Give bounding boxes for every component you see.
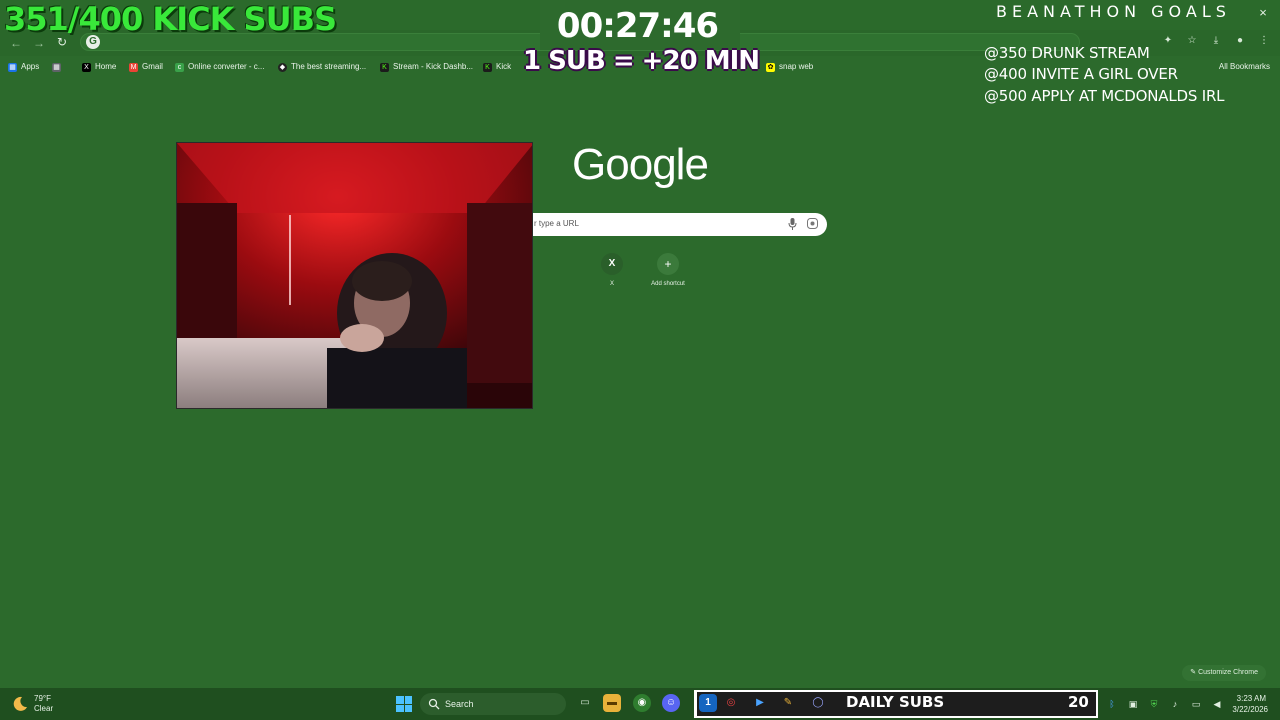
daily-subs-count: 20 — [1068, 693, 1089, 711]
taskbar-clock-date[interactable]: 3/22/2026 — [1224, 705, 1268, 714]
grid-icon: ▦ — [52, 62, 61, 72]
bookmark-label: Gmail — [142, 62, 163, 71]
app-1-icon[interactable]: 1 — [699, 694, 717, 712]
sub-rule-banner: 1 SUB = +20 MIN — [522, 46, 760, 76]
google-logo: Google — [572, 140, 709, 189]
chrome-icon[interactable]: ◉ — [633, 694, 651, 712]
bookmark-apps[interactable]: ▦ Apps — [8, 61, 39, 73]
streaming-icon: ◆ — [278, 62, 287, 72]
menu-icon[interactable]: ⋮ — [1258, 35, 1270, 47]
x-logo-icon: X — [601, 253, 623, 275]
toolbar-icons: ✦ ☆ ⤓ ● ⋮ — [1162, 35, 1270, 49]
goal-item: @350 DRUNK STREAM — [984, 44, 1150, 62]
google-lens-icon[interactable] — [807, 218, 818, 229]
weather-desc[interactable]: Clear — [34, 704, 53, 713]
display-icon[interactable]: ▭ — [1190, 698, 1202, 710]
profile-icon[interactable]: ● — [1234, 35, 1246, 47]
shield-icon[interactable]: ⛨ — [1148, 698, 1160, 710]
bookmark-gmail[interactable]: M Gmail — [129, 61, 163, 73]
goal-item: @500 APPLY AT MCDONALDS IRL — [984, 87, 1225, 105]
discord-icon[interactable]: ☺ — [662, 694, 680, 712]
bookmark-grid[interactable]: ▦ — [52, 61, 61, 73]
shortcut-label: X — [609, 281, 614, 287]
bookmark-label: snap web — [779, 62, 814, 71]
bookmark-label: Stream - Kick Dashb... — [393, 62, 474, 71]
goals-title: BEANATHON GOALS — [996, 2, 1231, 21]
bookmark-label: Apps — [21, 62, 40, 71]
all-bookmarks[interactable]: All Bookmarks — [1219, 61, 1270, 73]
extensions-icon[interactable]: ✦ — [1162, 35, 1174, 47]
bookmark-kick[interactable]: K Kick — [483, 61, 511, 73]
cortana-icon[interactable]: ◯ — [809, 694, 827, 712]
bookmark-label: The best streaming... — [291, 62, 367, 71]
taskbar-search[interactable] — [420, 693, 566, 715]
kick-subs-counter: 351/400 KICK SUBS — [4, 0, 337, 38]
bookmark-label: Home — [95, 62, 117, 71]
notes-icon[interactable]: ✎ — [779, 694, 797, 712]
add-shortcut-button[interactable]: + Add shortcut — [648, 253, 688, 297]
kick-icon: K — [380, 62, 389, 72]
microphone-icon[interactable]: ♪ — [1169, 698, 1181, 710]
weather-temp[interactable]: 79°F — [34, 694, 51, 703]
download-icon[interactable]: ⤓ — [1210, 35, 1222, 47]
bookmark-kick-dashboard[interactable]: K Stream - Kick Dashb... — [380, 61, 473, 73]
gmail-icon: M — [129, 62, 138, 72]
goal-item: @400 INVITE A GIRL OVER — [984, 65, 1178, 83]
shortcut-label: Add shortcut — [651, 281, 685, 287]
daily-subs-label: DAILY SUBS — [846, 693, 945, 711]
search-icon — [428, 698, 440, 710]
customize-chrome-button[interactable]: ✎ Customize Chrome — [1182, 665, 1266, 681]
plus-icon: + — [657, 253, 679, 275]
taskbar-clock-time[interactable]: 3:23 AM — [1230, 694, 1266, 703]
windows-start-icon[interactable] — [396, 696, 412, 712]
x-logo-icon: X — [82, 62, 91, 72]
bookmark-label: Online converter - c... — [188, 62, 265, 71]
streamlabs-icon[interactable]: ▶ — [751, 694, 769, 712]
bookmark-converter[interactable]: c Online converter - c... — [175, 61, 264, 73]
shortcut-x[interactable]: X X — [592, 253, 632, 297]
apps-grid-icon: ▦ — [8, 62, 17, 72]
taskbar-search-label: Search — [445, 699, 474, 709]
kick-icon: K — [483, 62, 492, 72]
converter-icon: c — [175, 62, 184, 72]
tray-app-icon[interactable]: ▣ — [1127, 698, 1139, 710]
microphone-icon[interactable] — [788, 218, 797, 230]
system-tray: ᛒ ▣ ⛨ ♪ ▭ ◀ — [1106, 698, 1223, 710]
webcam-image — [177, 143, 532, 408]
subathon-timer: 00:27:46 — [556, 6, 719, 46]
window-close-button[interactable]: × — [1256, 6, 1270, 20]
moon-icon[interactable] — [12, 696, 28, 712]
volume-icon[interactable]: ◀ — [1211, 698, 1223, 710]
pencil-icon: ✎ — [1190, 669, 1199, 676]
customize-label: Customize Chrome — [1198, 669, 1258, 676]
bookmark-label: Kick — [496, 62, 512, 71]
task-view-icon[interactable]: ▭ — [576, 694, 594, 712]
file-explorer-icon[interactable]: ▬ — [603, 694, 621, 712]
webcam-feed — [176, 142, 533, 409]
bookmark-snap-web[interactable]: ✿ snap web — [766, 61, 813, 73]
star-icon[interactable]: ☆ — [1186, 35, 1198, 47]
obs-icon[interactable]: ◎ — [722, 694, 740, 712]
bookmark-streaming[interactable]: ◆ The best streaming... — [278, 61, 366, 73]
ntp-search-placeholder: r type a URL — [534, 219, 579, 228]
bookmark-home[interactable]: X Home — [82, 61, 116, 73]
bluetooth-icon[interactable]: ᛒ — [1106, 698, 1118, 710]
